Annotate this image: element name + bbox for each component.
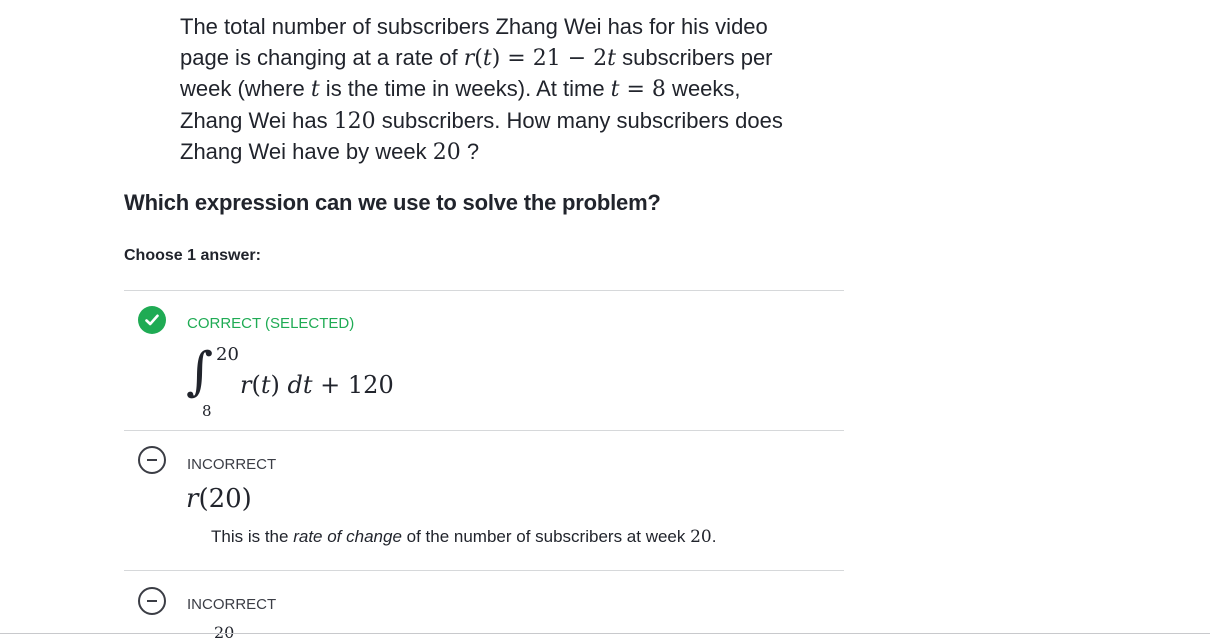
integral-lower-bound: 8 [202,402,212,420]
problem-line-5-text-end: ? [460,139,480,164]
answer-expression: r(20) [186,484,252,514]
integrand: r(t) dt + 120 [240,371,394,399]
problem-line-4-text-end: subscribers. How many subscribers does [375,107,783,133]
divider [124,570,844,571]
problem-line-1: The total number of subscribers Zhang We… [180,14,768,39]
target-week-math: 20 [432,140,461,165]
feedback-week-math: 20 [690,527,712,547]
problem-line-3-text-end: weeks, [665,76,741,101]
status-label-incorrect: INCORRECT [187,456,277,473]
rate-function-math: r(t) = 21 − 2t [463,45,616,71]
divider [124,290,844,291]
problem-line-2-text-end: subscribers per [616,44,773,70]
problem-line-3-text-mid: is the time in weeks). At time [319,76,611,101]
integral-upper-bound: 20 [216,344,239,365]
problem-statement: The total number of subscribers Zhang We… [180,12,790,169]
integral-sign: ∫ [186,342,214,402]
checkmark-icon [138,306,166,334]
bottom-border [0,633,1210,634]
status-label-incorrect: INCORRECT [187,596,277,613]
initial-subscribers-math: 120 [333,108,376,134]
problem-line-4-text: Zhang Wei has [180,107,334,133]
problem-line-3-text: week (where [180,76,311,101]
question-heading: Which expression can we use to solve the… [124,190,661,215]
variable-t-math: t [310,77,320,102]
minus-icon [138,446,166,474]
integral-expression: ∫ 20 8 r(t) dt + 120 [186,344,426,424]
divider [124,430,844,431]
problem-line-5-text: Zhang Wei have by week [180,139,433,164]
time-equals-math: t = 8 [610,77,666,102]
choose-answer-label: Choose 1 answer: [124,247,261,264]
status-label-correct: CORRECT (SELECTED) [187,315,355,332]
minus-icon [138,587,166,615]
problem-line-2-text: page is changing at a rate of [180,44,464,70]
answer-feedback: This is the rate of change of the number… [211,527,717,547]
